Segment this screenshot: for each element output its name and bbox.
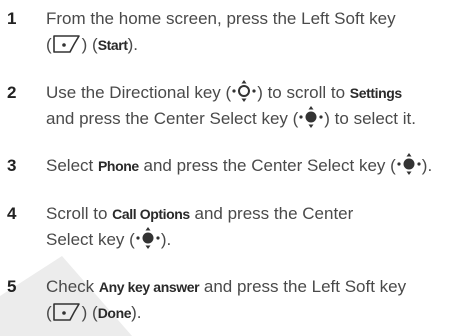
- text-run: ) to select it.: [324, 109, 416, 128]
- step-number: 2: [7, 83, 17, 102]
- menu-option-label: Settings: [349, 85, 402, 101]
- step-text-line: and press the Center Select key ( ) to se…: [46, 106, 466, 132]
- directional-key-icon: [232, 80, 256, 102]
- text-run: and press the Left Soft key: [199, 277, 407, 296]
- step-text-line: Use the Directional key () to scroll to …: [46, 80, 466, 106]
- text-run: ).: [421, 156, 433, 175]
- step-text-line: Select Phone and press the Center Select…: [46, 153, 466, 179]
- text-run: ).: [131, 303, 142, 322]
- text-run: From the home screen, press the Left Sof…: [46, 9, 396, 28]
- menu-option-label: Start: [97, 37, 128, 53]
- text-run: ) (: [81, 35, 98, 54]
- step-text-line: () (Done).: [46, 300, 466, 326]
- text-run: and press the Center Select key (: [46, 109, 299, 128]
- text-run: Check: [46, 277, 99, 296]
- text-run: ).: [160, 230, 172, 249]
- step-text: Select Phone and press the Center Select…: [46, 153, 466, 179]
- step-text-line: Select key ().: [46, 227, 466, 253]
- text-run: and press the Center Select key (: [138, 156, 396, 175]
- step-text: Use the Directional key () to scroll to …: [46, 80, 466, 132]
- text-run: Use the Directional key (: [46, 83, 232, 102]
- menu-option-label: Any key answer: [98, 279, 200, 295]
- text-run: Select key (: [46, 230, 135, 249]
- text-run: and press the Center: [189, 204, 354, 223]
- step-number: 4: [7, 204, 17, 223]
- text-run: ).: [127, 35, 139, 54]
- step-number: 1: [7, 9, 17, 28]
- menu-option-label: Call Options: [112, 206, 190, 222]
- step-number: 5: [7, 277, 17, 296]
- instruction-steps: 1 From the home screen, press the Left S…: [0, 0, 469, 336]
- center-select-key-icon: [397, 153, 421, 175]
- left-soft-key-icon: [52, 35, 80, 53]
- text-run: Select: [46, 156, 98, 175]
- center-select-key-icon: [136, 227, 160, 249]
- step-text: Check Any key answer and press the Left …: [46, 274, 466, 326]
- center-select-key-icon: [299, 106, 323, 128]
- step-text-line: Scroll to Call Options and press the Cen…: [46, 201, 466, 227]
- step-text-line: Check Any key answer and press the Left …: [46, 274, 466, 300]
- step-text: Scroll to Call Options and press the Cen…: [46, 201, 466, 253]
- step-number: 3: [7, 156, 17, 175]
- text-run: ) (: [81, 303, 98, 322]
- menu-option-label: Phone: [97, 158, 139, 174]
- text-run: ) to scroll to: [257, 83, 350, 102]
- step-text-line: From the home screen, press the Left Sof…: [46, 6, 466, 32]
- menu-option-label: Done: [97, 305, 132, 321]
- text-run: Scroll to: [46, 204, 113, 223]
- left-soft-key-icon: [52, 303, 80, 321]
- step-text: From the home screen, press the Left Sof…: [46, 6, 466, 58]
- step-text-line: () (Start).: [46, 32, 466, 58]
